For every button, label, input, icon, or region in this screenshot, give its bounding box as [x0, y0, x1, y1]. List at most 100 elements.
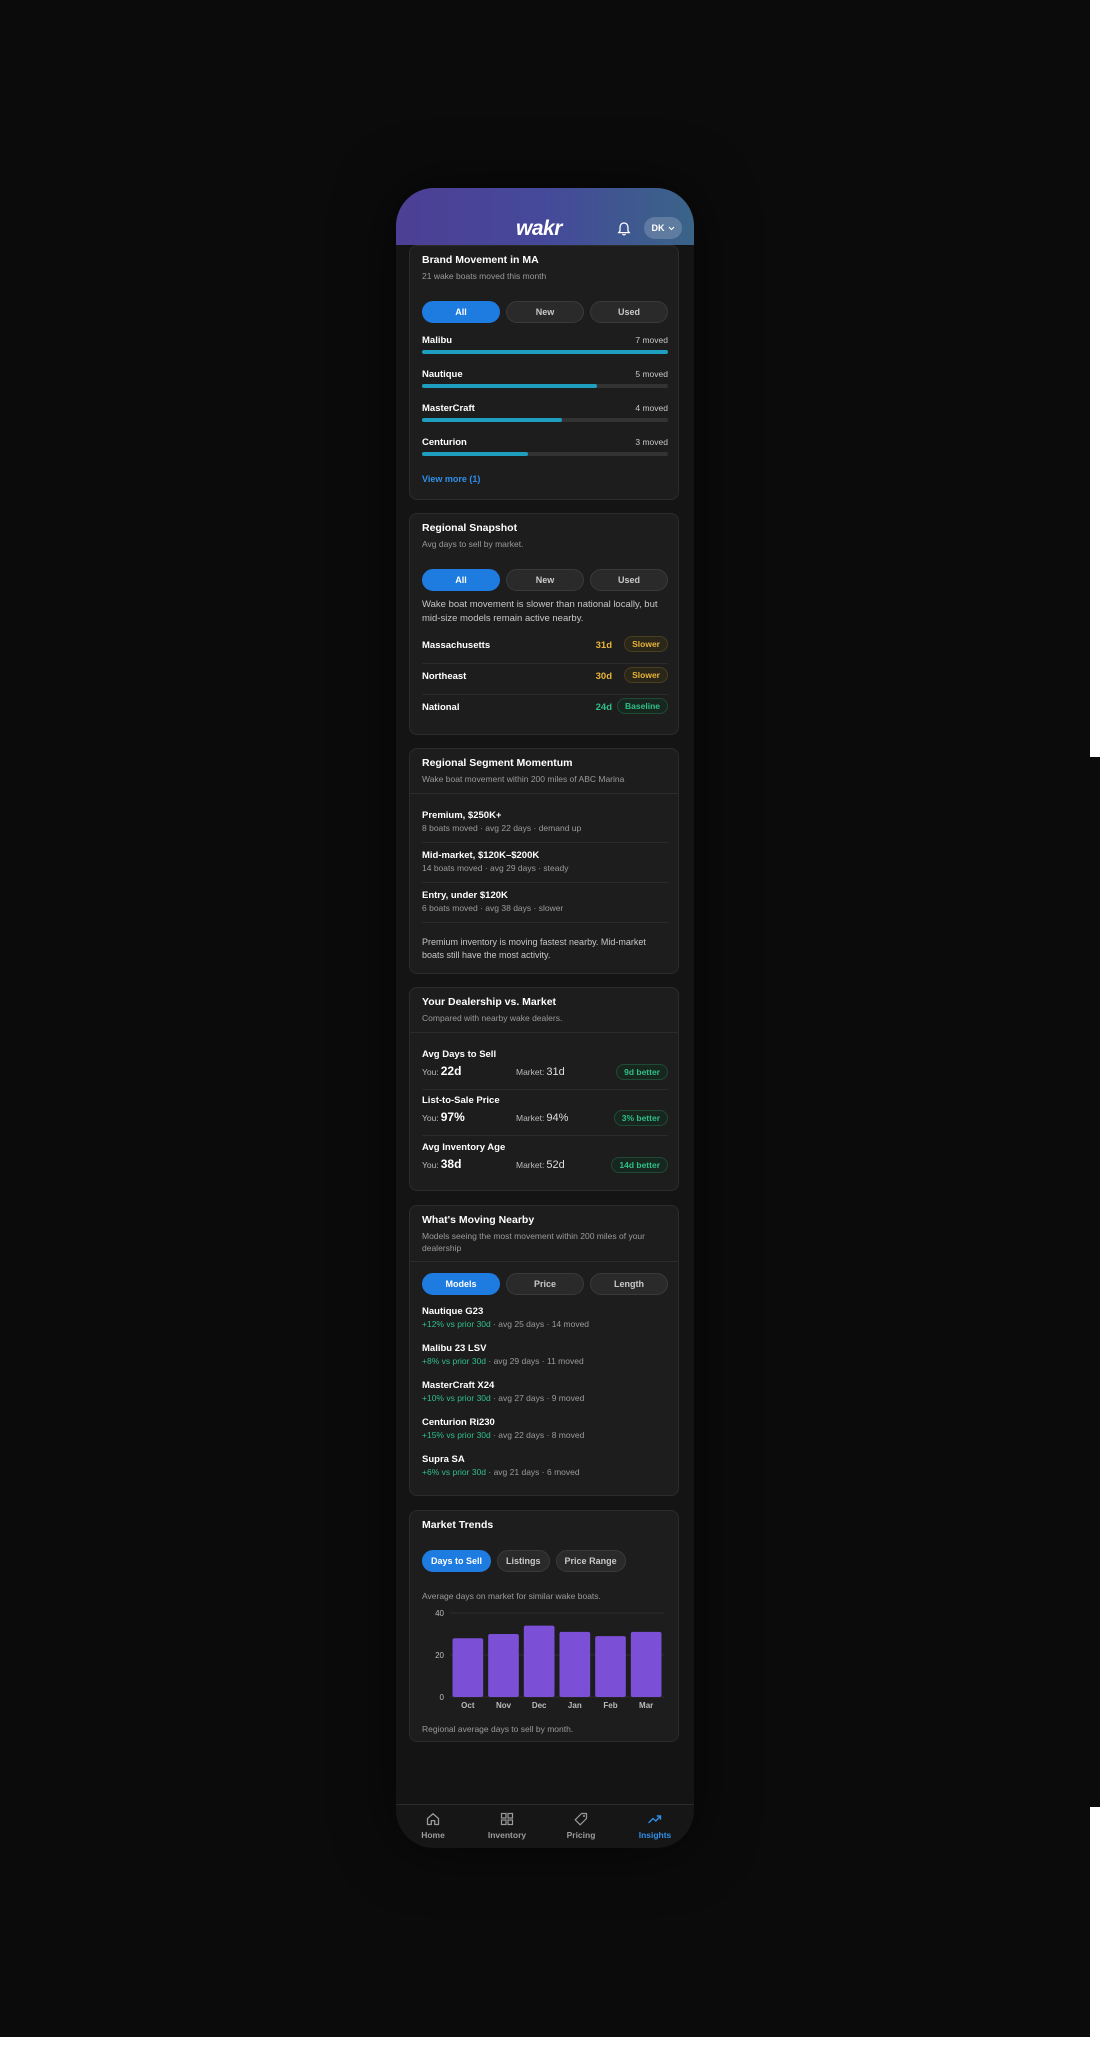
card-title: What's Moving Nearby [422, 1214, 535, 1226]
segment-name: Mid-market, $120K–$200K [422, 850, 540, 861]
filter-length[interactable]: Length [590, 1273, 668, 1295]
model-stats: · avg 22 days · 8 moved [490, 1430, 585, 1440]
metric-you: You: 22d [422, 1064, 461, 1078]
card-subtitle: 21 wake boats moved this month [422, 271, 547, 281]
card-subtitle: Models seeing the most movement within 2… [422, 1231, 645, 1253]
model-name: Malibu 23 LSV [422, 1343, 487, 1354]
bell-icon[interactable] [616, 221, 632, 237]
card-subtitle: Avg days to sell by market. [422, 539, 524, 549]
y-tick-label: 20 [435, 1651, 444, 1660]
nav-inventory[interactable]: Inventory [470, 1811, 544, 1840]
filter-new[interactable]: New [506, 301, 584, 323]
model-row[interactable]: Supra SA +6% vs prior 30d · avg 21 days … [422, 1454, 668, 1477]
segment-momentum-card: Regional Segment Momentum Wake boat move… [409, 748, 679, 974]
card-title: Market Trends [422, 1519, 494, 1531]
comparison-badge: 3% better [613, 1110, 668, 1126]
model-stats: · avg 21 days · 6 moved [486, 1467, 580, 1477]
filter-all[interactable]: All [422, 301, 500, 323]
card-title: Your Dealership vs. Market [422, 996, 557, 1008]
filter-all[interactable]: All [422, 569, 500, 591]
filter-used[interactable]: Used [590, 301, 668, 323]
brand-name: Malibu [422, 335, 453, 346]
you-label: You: [422, 1067, 439, 1077]
brand-row: MasterCraft 4 moved [422, 403, 668, 427]
trend-tabs: Days to Sell Listings Price Range [422, 1550, 626, 1572]
bar-jan[interactable] [559, 1631, 591, 1697]
card-divider [410, 793, 678, 794]
row-divider [422, 1135, 668, 1136]
brand-bar-track [422, 350, 668, 354]
card-divider [410, 1261, 678, 1262]
comparison-badge: 9d better [616, 1064, 668, 1080]
bar-oct[interactable] [452, 1638, 484, 1697]
segment-row: Premium, $250K+ 8 boats moved · avg 22 d… [422, 810, 668, 833]
you-value: 22d [440, 1064, 462, 1078]
chevron-down-icon [668, 226, 674, 230]
you-label: You: [422, 1113, 439, 1123]
nav-label: Pricing [566, 1830, 596, 1840]
tab-days-to-sell[interactable]: Days to Sell [422, 1550, 492, 1572]
brand-bar-track [422, 384, 668, 388]
metric-label: List-to-Sale Price [422, 1095, 500, 1106]
y-tick-label: 0 [440, 1693, 445, 1702]
metric-row: List-to-Sale Price You: 97% Market: 94% 3%… [422, 1095, 668, 1135]
metric-market: Market: 94% [516, 1112, 568, 1124]
brand-bar-fill [422, 350, 668, 354]
brand-bar-track [422, 452, 668, 456]
filter-models[interactable]: Models [422, 1273, 500, 1295]
grid-icon [500, 1812, 514, 1826]
brand-count: 4 moved [635, 403, 668, 413]
filter-price[interactable]: Price [506, 1273, 584, 1295]
x-tick-label: Dec [532, 1701, 547, 1710]
region-name: National [422, 702, 460, 713]
metric-market: Market: 31d [516, 1066, 565, 1078]
segment-row: Mid-market, $120K–$200K 14 boats moved ·… [422, 850, 668, 873]
chart-footnote: Regional average days to sell by month. [422, 1724, 574, 1734]
brand-count: 5 moved [635, 369, 668, 379]
model-name: MasterCraft X24 [422, 1380, 495, 1391]
bar-dec[interactable] [523, 1625, 555, 1697]
market-trends-card: Market Trends Days to Sell Listings Pric… [409, 1510, 679, 1742]
filter-new[interactable]: New [506, 569, 584, 591]
market-label: Market: [516, 1113, 545, 1123]
brand-row: Malibu 7 moved [422, 335, 668, 359]
brand-row: Nautique 5 moved [422, 369, 668, 393]
account-menu-button[interactable]: DK [644, 217, 682, 239]
model-name: Centurion Ri230 [422, 1417, 495, 1428]
region-row: Massachusetts 31d Slower [422, 632, 668, 662]
model-row[interactable]: Malibu 23 LSV +8% vs prior 30d · avg 29 … [422, 1343, 668, 1366]
region-row: Northeast 30d Slower [422, 663, 668, 693]
model-stats: · avg 27 days · 9 moved [490, 1393, 585, 1403]
tab-listings[interactable]: Listings [497, 1550, 550, 1572]
trend-change: +12% vs prior 30d [422, 1319, 491, 1329]
region-name: Northeast [422, 671, 467, 682]
card-title: Brand Movement in MA [422, 254, 539, 266]
tab-price-range[interactable]: Price Range [555, 1550, 626, 1572]
nav-insights[interactable]: Insights [618, 1811, 692, 1840]
tag-icon [574, 1812, 588, 1826]
insights-scroll-area[interactable]: Brand Movement in MA 21 wake boats moved… [396, 245, 694, 1792]
segment-name: Entry, under $120K [422, 890, 508, 901]
region-days: 24d [595, 702, 612, 713]
model-row[interactable]: Nautique G23 +12% vs prior 30d · avg 25 … [422, 1306, 668, 1329]
nav-label: Home [421, 1830, 445, 1840]
model-row[interactable]: Centurion Ri230 +15% vs prior 30d · avg … [422, 1417, 668, 1440]
segment-name: Premium, $250K+ [422, 810, 502, 821]
nav-home[interactable]: Home [396, 1811, 470, 1840]
home-icon [426, 1813, 440, 1826]
row-divider [422, 882, 668, 883]
market-value: 52d [546, 1159, 565, 1171]
status-badge: Slower [624, 667, 668, 683]
segment-detail: 6 boats moved · avg 38 days · slower [422, 903, 564, 913]
market-value: 31d [546, 1066, 565, 1078]
filter-used[interactable]: Used [590, 569, 668, 591]
x-tick-label: Nov [496, 1701, 512, 1710]
card-title: Regional Snapshot [422, 522, 518, 534]
model-row[interactable]: MasterCraft X24 +10% vs prior 30d · avg … [422, 1380, 668, 1403]
view-more-link[interactable]: View more (1) [422, 474, 480, 484]
nav-pricing[interactable]: Pricing [544, 1811, 618, 1840]
status-badge: Baseline [617, 698, 668, 714]
bar-mar[interactable] [630, 1631, 662, 1697]
bar-feb[interactable] [595, 1636, 626, 1697]
bar-nov[interactable] [488, 1634, 519, 1697]
